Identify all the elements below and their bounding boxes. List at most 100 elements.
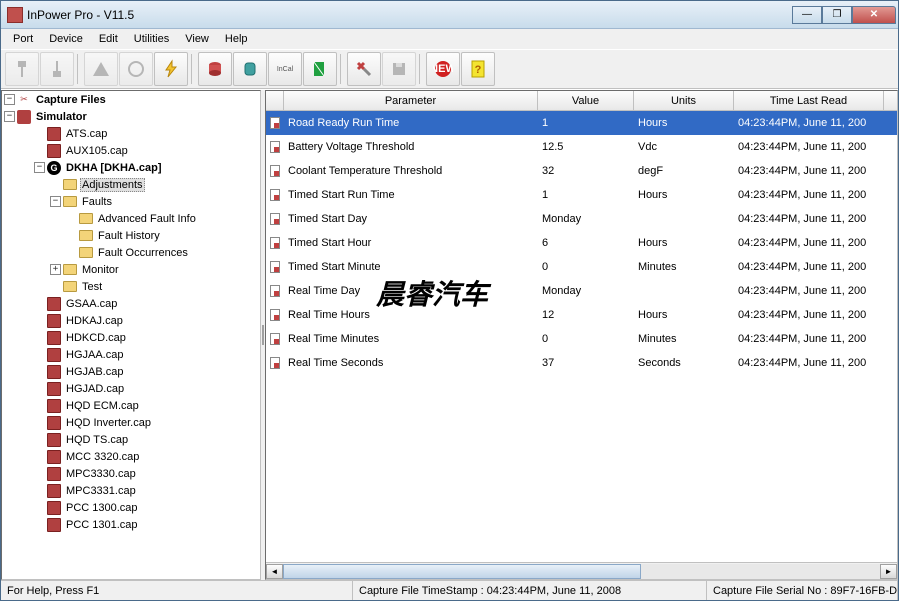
tool-new-icon[interactable]: NEW (426, 52, 460, 86)
tool-barrel-icon[interactable] (233, 52, 267, 86)
tool-flag-icon[interactable] (303, 52, 337, 86)
tree-monitor[interactable]: +Monitor (2, 261, 260, 278)
cell-time: 04:23:44PM, June 11, 200 (734, 303, 884, 327)
tree-test[interactable]: Test (2, 278, 260, 295)
cell-units: Hours (634, 183, 734, 207)
scroll-thumb[interactable] (283, 564, 641, 579)
row-icon (266, 111, 284, 135)
tree-item[interactable]: GSAA.cap (2, 295, 260, 312)
tree-item[interactable]: MPC3330.cap (2, 465, 260, 482)
grid-header-units[interactable]: Units (634, 91, 734, 110)
cell-units: Hours (634, 231, 734, 255)
table-row[interactable]: Real Time Seconds37Seconds04:23:44PM, Ju… (266, 351, 897, 375)
table-row[interactable]: Real Time DayMonday04:23:44PM, June 11, … (266, 279, 897, 303)
scroll-left-icon[interactable]: ◄ (266, 564, 283, 579)
status-timestamp: Capture File TimeStamp : 04:23:44PM, Jun… (353, 581, 707, 600)
table-row[interactable]: Battery Voltage Threshold12.5Vdc04:23:44… (266, 135, 897, 159)
menu-port[interactable]: Port (5, 31, 41, 47)
tree-fault-child[interactable]: Fault History (2, 227, 260, 244)
tree-item[interactable]: HQD Inverter.cap (2, 414, 260, 431)
cell-units: degF (634, 159, 734, 183)
cell-parameter: Timed Start Day (284, 207, 538, 231)
tool-connect-icon[interactable] (5, 52, 39, 86)
row-icon (266, 255, 284, 279)
row-icon (266, 183, 284, 207)
row-icon (266, 327, 284, 351)
grid-header-icon[interactable] (266, 91, 284, 110)
tool-help-icon[interactable]: ? (461, 52, 495, 86)
table-row[interactable]: Real Time Hours12Hours04:23:44PM, June 1… (266, 303, 897, 327)
cell-parameter: Real Time Seconds (284, 351, 538, 375)
tree-dkha[interactable]: −GDKHA [DKHA.cap] (2, 159, 260, 176)
tool-disconnect-icon[interactable] (40, 52, 74, 86)
tool-alert-icon[interactable] (84, 52, 118, 86)
tool-tools-icon[interactable] (347, 52, 381, 86)
row-icon (266, 231, 284, 255)
tree-item[interactable]: HGJAB.cap (2, 363, 260, 380)
tool-save-icon[interactable] (382, 52, 416, 86)
table-row[interactable]: Timed Start Run Time1Hours04:23:44PM, Ju… (266, 183, 897, 207)
tree-fault-child[interactable]: Fault Occurrences (2, 244, 260, 261)
grid-body[interactable]: Road Ready Run Time1Hours04:23:44PM, Jun… (266, 111, 897, 562)
table-row[interactable]: Real Time Minutes0Minutes04:23:44PM, Jun… (266, 327, 897, 351)
tree-item[interactable]: AUX105.cap (2, 142, 260, 159)
cell-time: 04:23:44PM, June 11, 200 (734, 351, 884, 375)
grid-header-time[interactable]: Time Last Read (734, 91, 884, 110)
menu-view[interactable]: View (177, 31, 217, 47)
tree-simulator[interactable]: −Simulator (2, 108, 260, 125)
cell-time: 04:23:44PM, June 11, 200 (734, 207, 884, 231)
tree-item[interactable]: HQD TS.cap (2, 431, 260, 448)
menu-help[interactable]: Help (217, 31, 256, 47)
tree-item[interactable]: HDKCD.cap (2, 329, 260, 346)
tree-pane[interactable]: −✂Capture Files −Simulator ATS.cap AUX10… (1, 90, 261, 580)
tree-item[interactable]: HGJAA.cap (2, 346, 260, 363)
tool-globe-icon[interactable] (119, 52, 153, 86)
close-button[interactable]: ✕ (852, 6, 896, 24)
menu-device[interactable]: Device (41, 31, 91, 47)
tree-fault-child[interactable]: Advanced Fault Info (2, 210, 260, 227)
tool-cylinder-icon[interactable] (198, 52, 232, 86)
cell-units (634, 207, 734, 231)
tree-item[interactable]: PCC 1300.cap (2, 499, 260, 516)
tree-faults[interactable]: −Faults (2, 193, 260, 210)
menu-edit[interactable]: Edit (91, 31, 126, 47)
cell-units: Minutes (634, 327, 734, 351)
cell-parameter: Timed Start Hour (284, 231, 538, 255)
cell-time: 04:23:44PM, June 11, 200 (734, 159, 884, 183)
cell-units: Seconds (634, 351, 734, 375)
tree-item[interactable]: PCC 1301.cap (2, 516, 260, 533)
splitter[interactable] (261, 90, 265, 580)
scroll-right-icon[interactable]: ► (880, 564, 897, 579)
tree-root[interactable]: −✂Capture Files (2, 91, 260, 108)
grid-header-parameter[interactable]: Parameter (284, 91, 538, 110)
minimize-button[interactable]: — (792, 6, 822, 24)
grid-scrollbar[interactable]: ◄ ► (266, 562, 897, 579)
table-row[interactable]: Coolant Temperature Threshold32degF04:23… (266, 159, 897, 183)
grid-header-value[interactable]: Value (538, 91, 634, 110)
tree-item[interactable]: HDKAJ.cap (2, 312, 260, 329)
tool-lightning-icon[interactable] (154, 52, 188, 86)
maximize-button[interactable]: ❐ (822, 6, 852, 24)
cell-time: 04:23:44PM, June 11, 200 (734, 183, 884, 207)
scroll-track[interactable] (283, 564, 880, 579)
tree-item[interactable]: ATS.cap (2, 125, 260, 142)
tree-item[interactable]: MPC3331.cap (2, 482, 260, 499)
table-row[interactable]: Timed Start Minute0Minutes04:23:44PM, Ju… (266, 255, 897, 279)
table-row[interactable]: Road Ready Run Time1Hours04:23:44PM, Jun… (266, 111, 897, 135)
tool-incal-icon[interactable]: InCal (268, 52, 302, 86)
row-icon (266, 159, 284, 183)
tree-item[interactable]: MCC 3320.cap (2, 448, 260, 465)
cell-value: 0 (538, 327, 634, 351)
cell-value: 6 (538, 231, 634, 255)
cell-time: 04:23:44PM, June 11, 200 (734, 327, 884, 351)
cell-value: 32 (538, 159, 634, 183)
cell-parameter: Real Time Minutes (284, 327, 538, 351)
table-row[interactable]: Timed Start DayMonday04:23:44PM, June 11… (266, 207, 897, 231)
table-row[interactable]: Timed Start Hour6Hours04:23:44PM, June 1… (266, 231, 897, 255)
tree-item[interactable]: HQD ECM.cap (2, 397, 260, 414)
tree-item[interactable]: HGJAD.cap (2, 380, 260, 397)
tree-adjustments[interactable]: Adjustments (2, 176, 260, 193)
titlebar[interactable]: InPower Pro - V11.5 — ❐ ✕ (1, 1, 898, 29)
cell-time: 04:23:44PM, June 11, 200 (734, 279, 884, 303)
menu-utilities[interactable]: Utilities (126, 31, 177, 47)
